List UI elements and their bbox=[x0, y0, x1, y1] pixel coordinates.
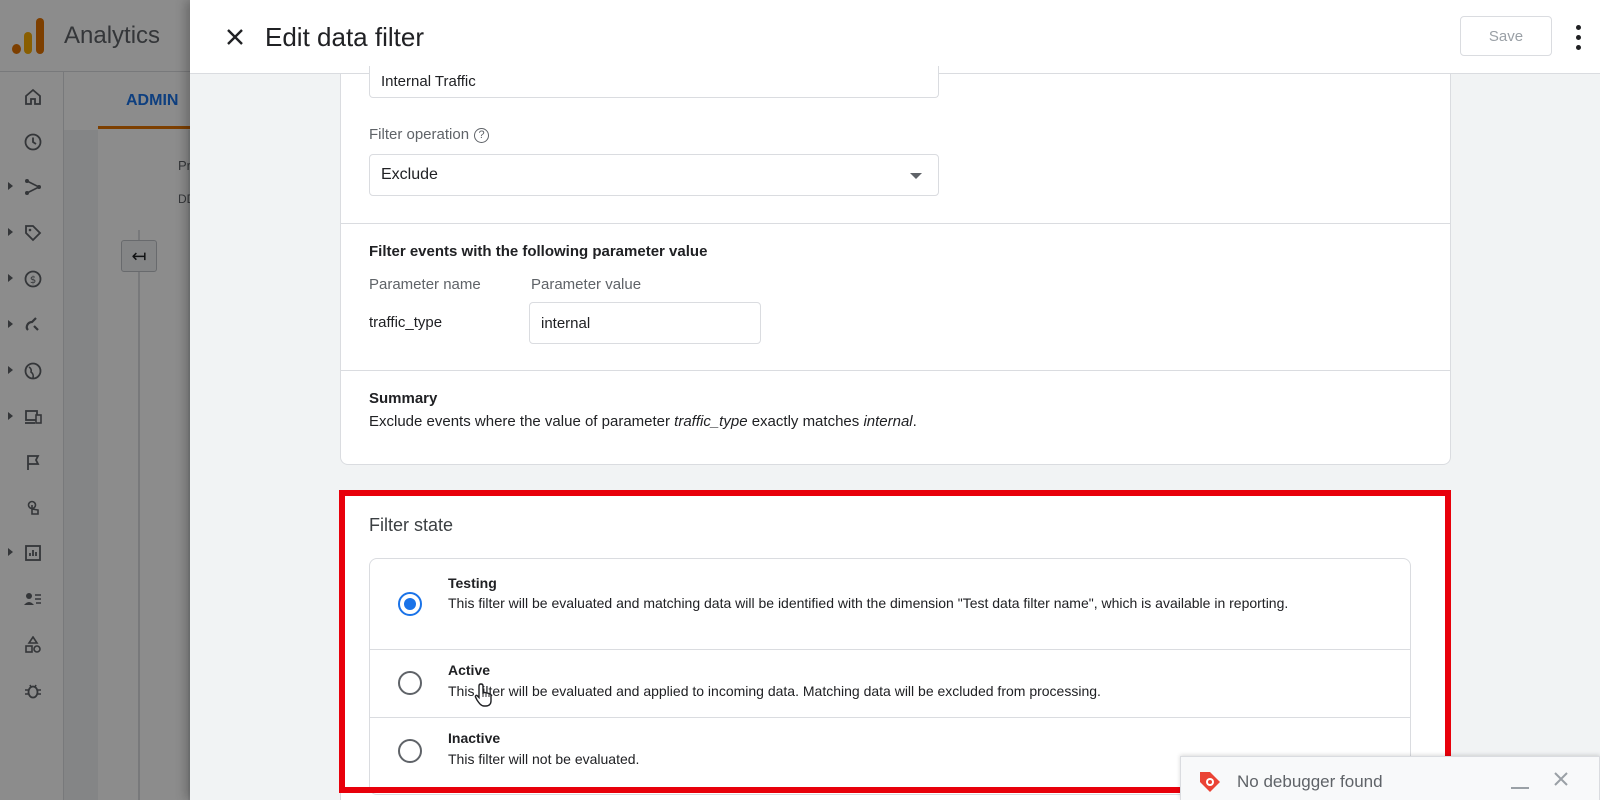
option-description: This filter will be evaluated and applie… bbox=[448, 683, 1101, 699]
filter-details-card: Internal Traffic Filter operation? Exclu… bbox=[340, 66, 1451, 465]
option-title: Testing bbox=[448, 575, 497, 591]
summary-middle: exactly matches bbox=[747, 413, 864, 430]
param-value-input[interactable]: internal bbox=[529, 302, 761, 344]
summary-value: internal bbox=[863, 413, 913, 430]
more-options-icon[interactable] bbox=[1568, 22, 1588, 52]
filter-operation-value: Exclude bbox=[381, 166, 438, 183]
hand-cursor-icon bbox=[474, 682, 496, 708]
radio-active[interactable] bbox=[398, 671, 422, 695]
edit-data-filter-panel: Edit data filter Save Internal Traffic F… bbox=[190, 0, 1600, 800]
param-value-header: Parameter value bbox=[531, 276, 642, 293]
filter-state-option-active[interactable]: Active This filter will be evaluated and… bbox=[370, 649, 1410, 717]
filter-operation-select[interactable]: Exclude bbox=[369, 154, 939, 196]
option-title: Inactive bbox=[448, 730, 501, 746]
divider bbox=[341, 370, 1450, 371]
filter-operation-label: Filter operation? bbox=[369, 126, 490, 143]
summary-text: Exclude events where the value of parame… bbox=[369, 413, 917, 430]
toast-message: No debugger found bbox=[1237, 772, 1383, 791]
save-button[interactable]: Save bbox=[1460, 16, 1552, 56]
radio-inactive[interactable] bbox=[398, 739, 422, 763]
radio-testing[interactable] bbox=[398, 592, 422, 616]
summary-param: traffic_type bbox=[674, 413, 748, 430]
summary-prefix: Exclude events where the value of parame… bbox=[369, 413, 675, 430]
minimize-icon[interactable] bbox=[1511, 787, 1529, 789]
filter-operation-label-text: Filter operation bbox=[369, 126, 470, 143]
divider bbox=[341, 223, 1450, 224]
filter-name-input[interactable]: Internal Traffic bbox=[369, 66, 939, 98]
close-icon[interactable] bbox=[1551, 769, 1571, 789]
panel-header: Edit data filter Save bbox=[190, 0, 1600, 74]
chevron-down-icon bbox=[910, 173, 922, 179]
filter-state-heading: Filter state bbox=[369, 515, 454, 535]
summary-heading: Summary bbox=[369, 390, 438, 407]
close-icon[interactable] bbox=[222, 24, 248, 50]
help-icon[interactable]: ? bbox=[474, 128, 490, 143]
option-title: Active bbox=[448, 662, 491, 678]
panel-title: Edit data filter bbox=[265, 22, 424, 52]
tag-assistant-icon bbox=[1197, 769, 1223, 795]
params-heading: Filter events with the following paramet… bbox=[369, 243, 708, 260]
debugger-toast: No debugger found bbox=[1180, 756, 1600, 800]
filter-state-option-testing[interactable]: Testing This filter will be evaluated an… bbox=[370, 559, 1410, 649]
option-description: This filter will be evaluated and matchi… bbox=[448, 595, 1289, 611]
param-name-header: Parameter name bbox=[369, 276, 481, 293]
param-name-value: traffic_type bbox=[369, 314, 443, 331]
filter-state-card: Filter state Testing This filter will be… bbox=[340, 494, 1451, 800]
summary-suffix: . bbox=[912, 413, 917, 430]
